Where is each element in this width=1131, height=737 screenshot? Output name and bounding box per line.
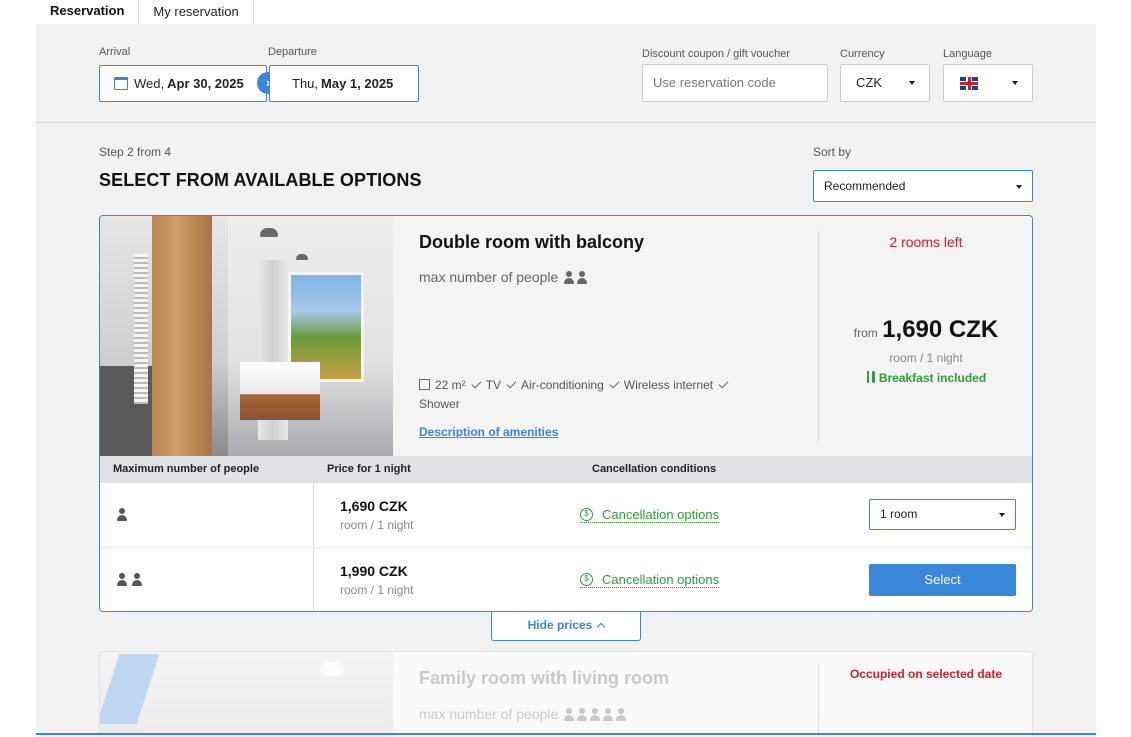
chevron-down-icon <box>999 513 1005 517</box>
arrival-date: Apr 30, 2025 <box>167 76 244 91</box>
breakfast-badge: Breakfast included <box>819 371 1032 385</box>
sort-value: Recommended <box>824 179 906 193</box>
max-people-label: max number of people <box>419 269 559 285</box>
step-indicator: Step 2 from 4 <box>99 145 172 159</box>
max-people: max number of people <box>419 269 588 285</box>
amenity-wifi: Wireless internet <box>623 378 714 392</box>
cutlery-icon <box>866 371 876 383</box>
main-panel: Arrival Wed, Apr 30, 2025 › Departure Th… <box>36 24 1096 737</box>
currency-label: Currency <box>840 48 885 60</box>
occupied-status: Occupied on selected date <box>849 667 1003 681</box>
person-icon <box>616 707 627 721</box>
reservation-page: Reservation My reservation Arrival Wed, … <box>0 0 1131 737</box>
header-people: Maximum number of people <box>113 463 260 475</box>
check-icon <box>506 378 517 389</box>
sort-label: Sort by <box>813 145 852 159</box>
room-photo[interactable] <box>100 652 393 737</box>
check-icon <box>718 378 729 389</box>
select-button[interactable]: Select <box>869 564 1016 596</box>
divider <box>36 122 1096 123</box>
breakfast-label: Breakfast included <box>878 371 987 385</box>
check-icon <box>471 378 482 389</box>
chevron-up-icon <box>597 622 606 632</box>
amenities-description-link[interactable]: Description of amenities <box>419 425 558 439</box>
dollar-icon: $ <box>580 508 593 521</box>
person-icon <box>117 573 127 586</box>
room-count-select[interactable]: 1 room <box>869 499 1016 530</box>
person-icon <box>577 707 588 721</box>
bottom-border <box>36 733 1096 735</box>
price-amount: 1,690 CZK <box>882 316 999 343</box>
arrival-date-field[interactable]: Wed, Apr 30, 2025 <box>99 65 267 102</box>
person-icon <box>590 707 601 721</box>
rate-price: 1,690 CZK <box>340 498 408 514</box>
amenity-tv: TV <box>485 378 502 392</box>
departure-date-field[interactable]: Thu, May 1, 2025 <box>269 65 419 102</box>
tab-bar: Reservation My reservation <box>36 0 254 24</box>
chevron-down-icon <box>1012 81 1018 85</box>
tab-my-reservation[interactable]: My reservation <box>138 0 254 24</box>
max-people: max number of people <box>419 706 627 722</box>
rate-per-night: room / 1 night <box>340 583 414 597</box>
cancellation-options-link[interactable]: $ Cancellation options <box>580 572 720 588</box>
gb-flag-icon <box>960 77 978 90</box>
hide-prices-label: Hide prices <box>527 618 593 632</box>
room-card-unavailable: Family room with living room max number … <box>99 651 1033 737</box>
person-icon <box>117 508 127 521</box>
header-price: Price for 1 night <box>327 463 411 475</box>
check-icon <box>609 378 620 389</box>
chevron-down-icon <box>1016 185 1022 189</box>
tab-reservation[interactable]: Reservation <box>36 0 139 24</box>
sort-select[interactable]: Recommended <box>813 170 1033 202</box>
amenity-ac: Air-conditioning <box>521 378 604 392</box>
departure-day: Thu, <box>292 76 319 91</box>
calendar-icon <box>114 77 128 90</box>
amenities-list: 22 m² TV Air-conditioning Wireless internet… <box>419 376 789 414</box>
header-cancel: Cancellation conditions <box>592 463 717 475</box>
person-icon <box>603 707 614 721</box>
arrival-day: Wed, <box>134 76 165 91</box>
person-icon <box>577 270 588 284</box>
max-people-label: max number of people <box>419 706 559 722</box>
room-count-value: 1 room <box>880 507 918 521</box>
arrival-label: Arrival <box>99 46 131 58</box>
rooms-left: 2 rooms left <box>889 234 963 250</box>
coupon-input[interactable]: Use reservation code <box>642 64 828 102</box>
rates-table-header: Maximum number of people Price for 1 nig… <box>100 456 1032 483</box>
language-label: Language <box>943 48 992 60</box>
room-price: from 1,690 CZK <box>819 316 1032 344</box>
rate-per-night: room / 1 night <box>340 518 414 532</box>
area-icon <box>419 379 430 390</box>
amenity-area: 22 m² <box>435 378 466 392</box>
chevron-down-icon <box>909 81 915 85</box>
person-icon <box>564 707 575 721</box>
per-night-label: room / 1 night <box>889 351 963 365</box>
room-title: Double room with balcony <box>419 232 645 252</box>
from-label: from <box>853 326 878 340</box>
table-row: 1,690 CZK room / 1 night $ Cancellation o… <box>100 483 1032 546</box>
room-card: Double room with balcony max number of p… <box>99 215 1033 612</box>
currency-select[interactable]: CZK <box>840 64 930 102</box>
rate-price: 1,990 CZK <box>340 563 408 579</box>
person-icon <box>132 573 142 586</box>
room-title: Family room with living room <box>419 668 670 688</box>
departure-date: May 1, 2025 <box>321 76 394 91</box>
coupon-label: Discount coupon / gift voucher <box>642 48 790 60</box>
table-row: 1,990 CZK room / 1 night $ Cancellation o… <box>100 549 1032 611</box>
cancellation-options-link[interactable]: $ Cancellation options <box>580 507 720 523</box>
currency-value: CZK <box>856 75 882 90</box>
page-title: SELECT FROM AVAILABLE OPTIONS <box>99 170 422 190</box>
hide-prices-button[interactable]: Hide prices <box>491 612 641 641</box>
language-select[interactable] <box>943 64 1033 102</box>
dollar-icon: $ <box>580 573 593 586</box>
amenity-shower: Shower <box>419 397 460 411</box>
person-icon <box>564 270 575 284</box>
room-photo[interactable] <box>100 216 393 456</box>
departure-label: Departure <box>268 46 317 58</box>
